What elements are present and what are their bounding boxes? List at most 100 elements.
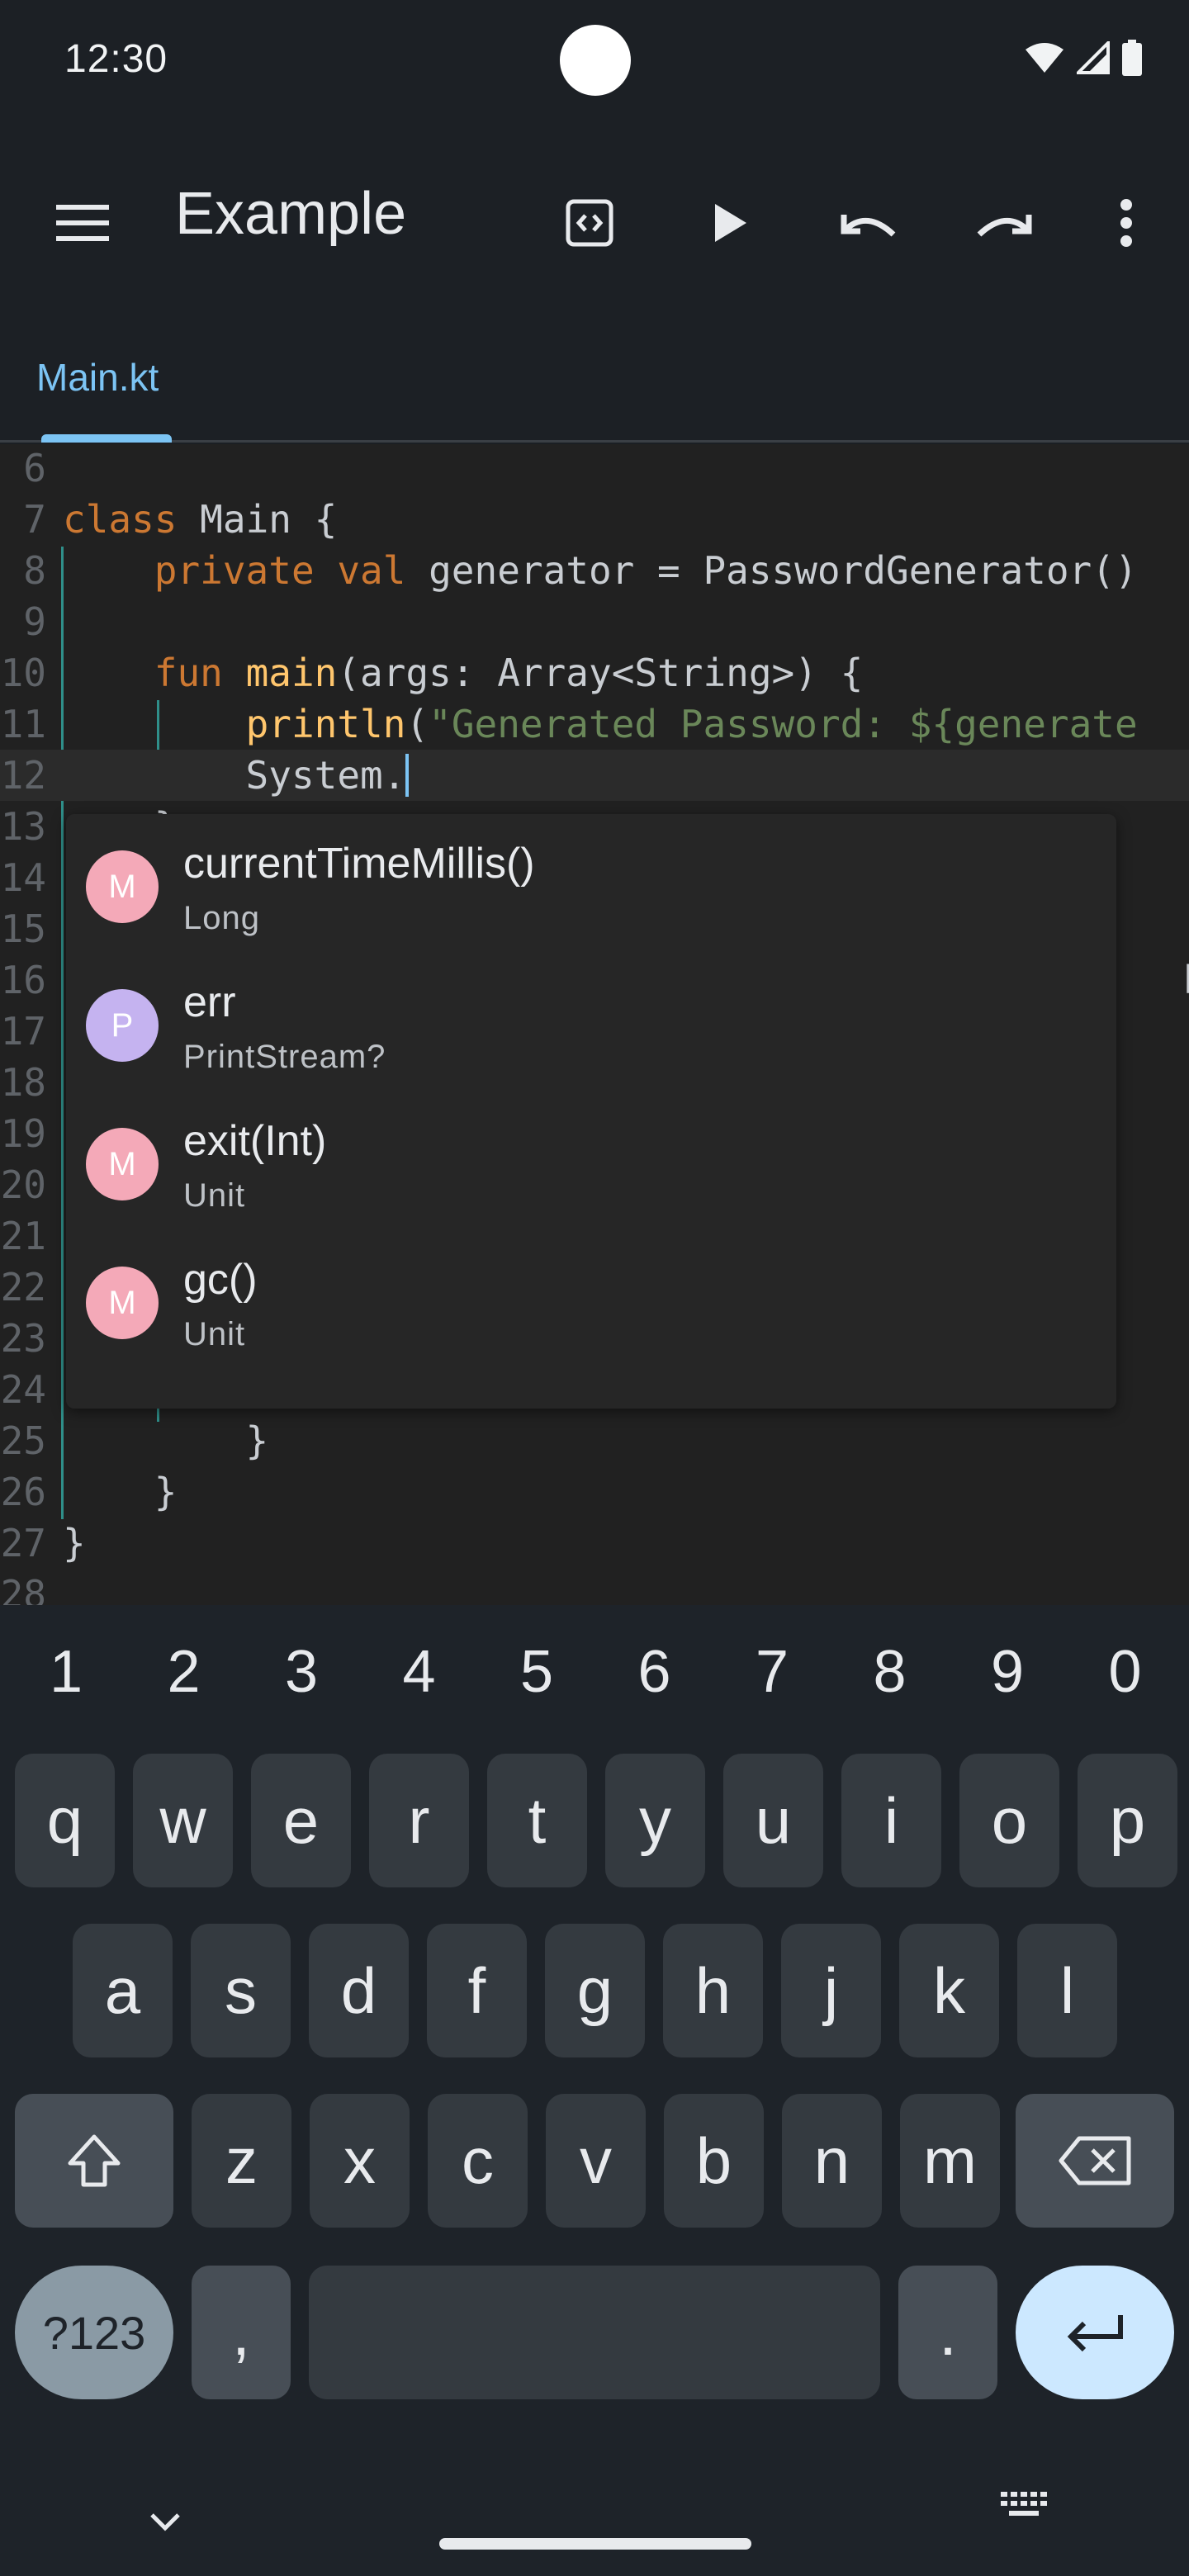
key-v[interactable]: v bbox=[546, 2094, 646, 2228]
line-number: 7 bbox=[23, 497, 46, 542]
completion-name: gc() bbox=[183, 1256, 258, 1304]
active-tab-indicator bbox=[41, 434, 172, 443]
completion-type: Unit bbox=[183, 1177, 246, 1214]
line-number: 24 bbox=[0, 1367, 46, 1412]
line-number: 25 bbox=[0, 1418, 46, 1463]
line-number: 27 bbox=[0, 1521, 46, 1565]
key-m[interactable]: m bbox=[900, 2094, 1000, 2228]
line-number: 26 bbox=[0, 1470, 46, 1514]
key-a[interactable]: a bbox=[73, 1924, 173, 2057]
line-number: 13 bbox=[0, 804, 46, 849]
menu-icon[interactable] bbox=[51, 192, 114, 254]
symbols-key[interactable]: ?123 bbox=[15, 2266, 173, 2399]
key-b[interactable]: b bbox=[664, 2094, 764, 2228]
signal-icon bbox=[1074, 39, 1110, 78]
enter-key[interactable] bbox=[1016, 2266, 1174, 2399]
kind-badge-icon: M bbox=[86, 1128, 159, 1200]
code-text: fun main(args: Array<String>) { bbox=[154, 651, 864, 695]
code-line[interactable]: 9 bbox=[0, 596, 1189, 647]
code-text: } bbox=[63, 1470, 178, 1514]
chevron-down-icon[interactable] bbox=[149, 2512, 182, 2536]
tab-main-kt[interactable]: Main.kt bbox=[36, 355, 159, 400]
backspace-key[interactable] bbox=[1016, 2094, 1174, 2228]
code-line[interactable]: 27} bbox=[0, 1518, 1189, 1569]
app-title: Example bbox=[175, 181, 407, 247]
completion-name: currentTimeMillis() bbox=[183, 840, 535, 888]
completion-item[interactable]: Perr PrintStream? bbox=[66, 963, 1116, 1101]
completion-type: Unit bbox=[183, 1316, 246, 1352]
soft-keyboard: 1234567890 qwertyuiop asdfghjkl zxcvbnm … bbox=[0, 1605, 1189, 2576]
undo-icon[interactable] bbox=[832, 188, 902, 258]
key-g[interactable]: g bbox=[545, 1924, 645, 2057]
app-toolbar: Example bbox=[0, 122, 1189, 304]
home-gesture-bar[interactable] bbox=[439, 2538, 751, 2550]
line-number: 23 bbox=[0, 1316, 46, 1361]
number-key-5[interactable]: 5 bbox=[487, 1638, 586, 1705]
key-y[interactable]: y bbox=[605, 1754, 705, 1887]
number-key-7[interactable]: 7 bbox=[722, 1638, 822, 1705]
key-r[interactable]: r bbox=[369, 1754, 469, 1887]
run-icon[interactable] bbox=[695, 188, 765, 258]
autocomplete-popup: McurrentTimeMillis() Long Perr PrintStream?… bbox=[66, 814, 1116, 1409]
completion-name: exit(Int) bbox=[183, 1117, 327, 1165]
key-p[interactable]: p bbox=[1078, 1754, 1177, 1887]
key-q[interactable]: q bbox=[15, 1754, 115, 1887]
key-l[interactable]: l bbox=[1017, 1924, 1117, 2057]
completion-item[interactable]: McurrentTimeMillis() Long bbox=[66, 824, 1116, 963]
key-o[interactable]: o bbox=[959, 1754, 1059, 1887]
code-line[interactable]: 11 println("Generated Password: ${genera… bbox=[0, 698, 1189, 750]
line-number: 20 bbox=[0, 1163, 46, 1207]
key-n[interactable]: n bbox=[782, 2094, 882, 2228]
number-key-2[interactable]: 2 bbox=[135, 1638, 234, 1705]
period-key[interactable]: . bbox=[898, 2266, 997, 2399]
keyboard-switch-icon[interactable] bbox=[1001, 2492, 1047, 2522]
key-j[interactable]: j bbox=[781, 1924, 881, 2057]
completion-item[interactable]: Mgc() Unit bbox=[66, 1240, 1116, 1379]
code-line[interactable]: 7 class Main { bbox=[0, 494, 1189, 545]
code-line[interactable]: 6 bbox=[0, 444, 1189, 494]
number-key-6[interactable]: 6 bbox=[605, 1638, 704, 1705]
number-key-0[interactable]: 0 bbox=[1076, 1638, 1175, 1705]
status-icons bbox=[1024, 39, 1143, 80]
key-x[interactable]: x bbox=[310, 2094, 410, 2228]
key-z[interactable]: z bbox=[192, 2094, 291, 2228]
line-number: 9 bbox=[23, 599, 46, 644]
kind-badge-icon: P bbox=[86, 989, 159, 1062]
completion-type: Long bbox=[183, 900, 260, 936]
line-number: 22 bbox=[0, 1265, 46, 1309]
code-line[interactable]: 28 bbox=[0, 1569, 1189, 1605]
code-text: System. bbox=[63, 750, 410, 801]
code-line[interactable]: 8 private val generator = PasswordGenera… bbox=[0, 545, 1189, 596]
number-key-4[interactable]: 4 bbox=[370, 1638, 469, 1705]
key-k[interactable]: k bbox=[899, 1924, 999, 2057]
more-options-icon[interactable] bbox=[1092, 188, 1161, 258]
key-h[interactable]: h bbox=[663, 1924, 763, 2057]
completion-item[interactable]: Mexit(Int) Unit bbox=[66, 1101, 1116, 1240]
number-key-9[interactable]: 9 bbox=[958, 1638, 1057, 1705]
key-c[interactable]: c bbox=[428, 2094, 528, 2228]
number-key-1[interactable]: 1 bbox=[17, 1638, 116, 1705]
code-line[interactable]: 12 System. bbox=[0, 750, 1189, 801]
code-line[interactable]: 25 } bbox=[0, 1415, 1189, 1466]
shift-key[interactable] bbox=[15, 2094, 173, 2228]
number-key-3[interactable]: 3 bbox=[252, 1638, 351, 1705]
key-u[interactable]: u bbox=[723, 1754, 823, 1887]
code-line[interactable]: 10 fun main(args: Array<String>) { bbox=[0, 647, 1189, 698]
status-time: 12:30 bbox=[64, 37, 168, 81]
key-e[interactable]: e bbox=[251, 1754, 351, 1887]
code-text: println("Generated Password: ${generate bbox=[245, 702, 1138, 746]
key-w[interactable]: w bbox=[133, 1754, 233, 1887]
key-i[interactable]: i bbox=[841, 1754, 941, 1887]
number-key-8[interactable]: 8 bbox=[841, 1638, 940, 1705]
key-t[interactable]: t bbox=[487, 1754, 587, 1887]
redo-icon[interactable] bbox=[971, 188, 1040, 258]
code-view-icon[interactable] bbox=[555, 188, 624, 258]
key-f[interactable]: f bbox=[427, 1924, 527, 2057]
key-s[interactable]: s bbox=[191, 1924, 291, 2057]
space-key[interactable] bbox=[309, 2266, 880, 2399]
key-d[interactable]: d bbox=[309, 1924, 409, 2057]
comma-key[interactable]: , bbox=[192, 2266, 291, 2399]
code-editor[interactable]: 6 7 class Main {8 private val generator = … bbox=[0, 444, 1189, 1605]
battery-icon bbox=[1121, 40, 1143, 80]
code-line[interactable]: 26 } bbox=[0, 1466, 1189, 1518]
